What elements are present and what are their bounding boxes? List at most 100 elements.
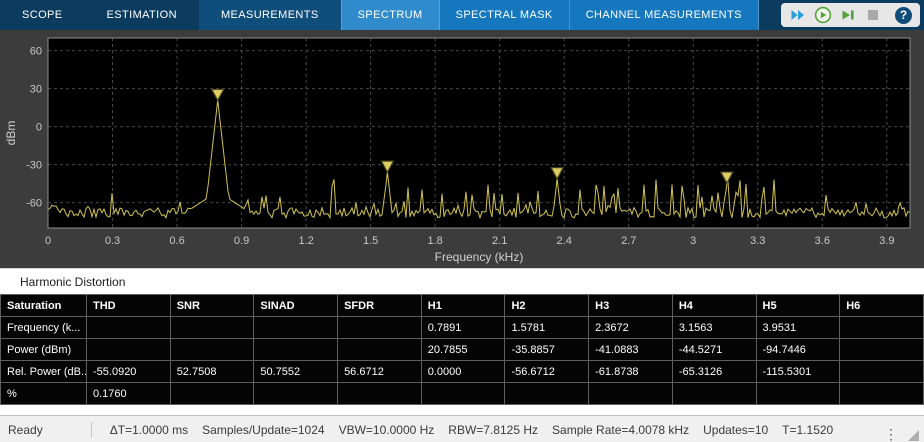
stop-icon [864, 6, 882, 24]
status-metric: Updates=10 [703, 423, 768, 437]
overflow-icon[interactable]: ⋮ [882, 427, 900, 441]
table-cell [672, 383, 756, 405]
table-cell: -56.6712 [505, 361, 589, 383]
resize-grip[interactable] [908, 430, 919, 441]
row-label: Power (dBm) [1, 339, 87, 361]
table-cell [840, 339, 924, 361]
table-cell [505, 383, 589, 405]
table-cell: -55.0920 [87, 361, 171, 383]
table-cell [338, 383, 422, 405]
table-cell: 52.7508 [170, 361, 254, 383]
status-bar: Ready ΔT=1.0000 ms Samples/Update=1024 VBW… [0, 415, 924, 442]
help-icon: ? [900, 8, 907, 22]
stop-button[interactable] [864, 6, 882, 24]
table-cell [756, 383, 840, 405]
table-cell [338, 339, 422, 361]
table-row: Rel. Power (dB...-55.092052.750850.75525… [1, 361, 924, 383]
run-button[interactable] [814, 6, 832, 24]
table-cell [254, 317, 338, 339]
table-cell: 2.3672 [589, 317, 673, 339]
table-cell: 3.1563 [672, 317, 756, 339]
y-tick-label: 0 [36, 122, 42, 134]
table-cell [170, 339, 254, 361]
step-forward-icon [839, 6, 857, 24]
status-metrics: ΔT=1.0000 ms Samples/Update=1024 VBW=10.00… [91, 422, 833, 438]
column-header-h4: H4 [672, 295, 756, 317]
main-tabs: SCOPEESTIMATIONMEASUREMENTS [0, 0, 341, 30]
x-tick-label: 3.9 [879, 235, 894, 247]
x-tick-label: 0.6 [169, 235, 184, 247]
table-cell [338, 317, 422, 339]
table-cell: -44.5271 [672, 339, 756, 361]
table-cell [421, 383, 505, 405]
column-header-thd: THD [87, 295, 171, 317]
table-cell: -65.3126 [672, 361, 756, 383]
spectrum-chart: 00.30.60.91.21.51.82.12.42.733.33.63.960… [0, 30, 924, 268]
row-label: % [1, 383, 87, 405]
table-cell: 0.7891 [421, 317, 505, 339]
status-metric: Sample Rate=4.0078 kHz [552, 423, 689, 437]
table-row: %0.1760 [1, 383, 924, 405]
x-tick-label: 0.9 [234, 235, 249, 247]
table-cell [840, 317, 924, 339]
x-tick-label: 3.6 [815, 235, 830, 247]
column-header-h5: H5 [756, 295, 840, 317]
harmonic-distortion-table: SaturationTHDSNRSINADSFDRH1H2H3H4H5H6Fre… [0, 294, 924, 405]
table-cell [170, 383, 254, 405]
playback-options-button[interactable] [789, 6, 807, 24]
x-tick-label: 2.1 [492, 235, 507, 247]
table-cell [170, 317, 254, 339]
table-cell: 20.7855 [421, 339, 505, 361]
help-button[interactable]: ? [895, 7, 912, 24]
table-cell [254, 383, 338, 405]
table-cell [840, 361, 924, 383]
column-header-h2: H2 [505, 295, 589, 317]
y-tick-label: -30 [26, 160, 42, 172]
column-header-h3: H3 [589, 295, 673, 317]
status-metric: ΔT=1.0000 ms [110, 423, 188, 437]
x-axis-label: Frequency (kHz) [435, 250, 524, 264]
status-divider [91, 422, 92, 438]
table-cell: 0.0000 [421, 361, 505, 383]
column-header-h1: H1 [421, 295, 505, 317]
y-axis-label: dBm [4, 121, 18, 146]
y-tick-label: -60 [26, 198, 42, 210]
table-row: Power (dBm)20.7855-35.8857-41.0883-44.52… [1, 339, 924, 361]
table-cell [87, 339, 171, 361]
table-cell [87, 317, 171, 339]
playback-toolbar: ? [781, 3, 920, 27]
status-metric: Samples/Update=1024 [202, 423, 324, 437]
table-cell: 56.6712 [338, 361, 422, 383]
table-cell: -115.5301 [756, 361, 840, 383]
status-text: Ready [8, 423, 43, 437]
spacer [0, 405, 924, 415]
column-header-saturation: Saturation [1, 295, 87, 317]
spectrum-analyzer-window: SCOPEESTIMATIONMEASUREMENTS SPECTRUMSPEC… [0, 0, 924, 442]
status-metric: RBW=7.8125 Hz [448, 423, 538, 437]
tab-channel-measurements[interactable]: CHANNEL MEASUREMENTS [570, 0, 759, 30]
table-row: Frequency (k...0.78911.57812.36723.15633… [1, 317, 924, 339]
table-cell: 1.5781 [505, 317, 589, 339]
run-icon [814, 6, 832, 24]
x-tick-label: 1.8 [427, 235, 442, 247]
x-tick-label: 3 [690, 235, 696, 247]
harmonic-distortion-section: Harmonic Distortion [0, 268, 924, 294]
table-cell: -41.0883 [589, 339, 673, 361]
x-tick-label: 2.7 [621, 235, 636, 247]
table-cell [840, 383, 924, 405]
table-header-row: SaturationTHDSNRSINADSFDRH1H2H3H4H5H6 [1, 295, 924, 317]
x-tick-label: 1.2 [298, 235, 313, 247]
column-header-sinad: SINAD [254, 295, 338, 317]
y-tick-label: 60 [30, 46, 42, 58]
tab-spectrum[interactable]: SPECTRUM [341, 0, 440, 30]
table-cell: 3.9531 [756, 317, 840, 339]
x-tick-label: 1.5 [363, 235, 378, 247]
status-metric: VBW=10.0000 Hz [339, 423, 435, 437]
panel-title: Harmonic Distortion [20, 275, 125, 289]
tab-estimation[interactable]: ESTIMATION [85, 0, 199, 30]
column-header-h6: H6 [840, 295, 924, 317]
tab-measurements[interactable]: MEASUREMENTS [199, 0, 341, 30]
tab-scope[interactable]: SCOPE [0, 0, 85, 30]
step-forward-button[interactable] [839, 6, 857, 24]
tab-spectral-mask[interactable]: SPECTRAL MASK [440, 0, 570, 30]
